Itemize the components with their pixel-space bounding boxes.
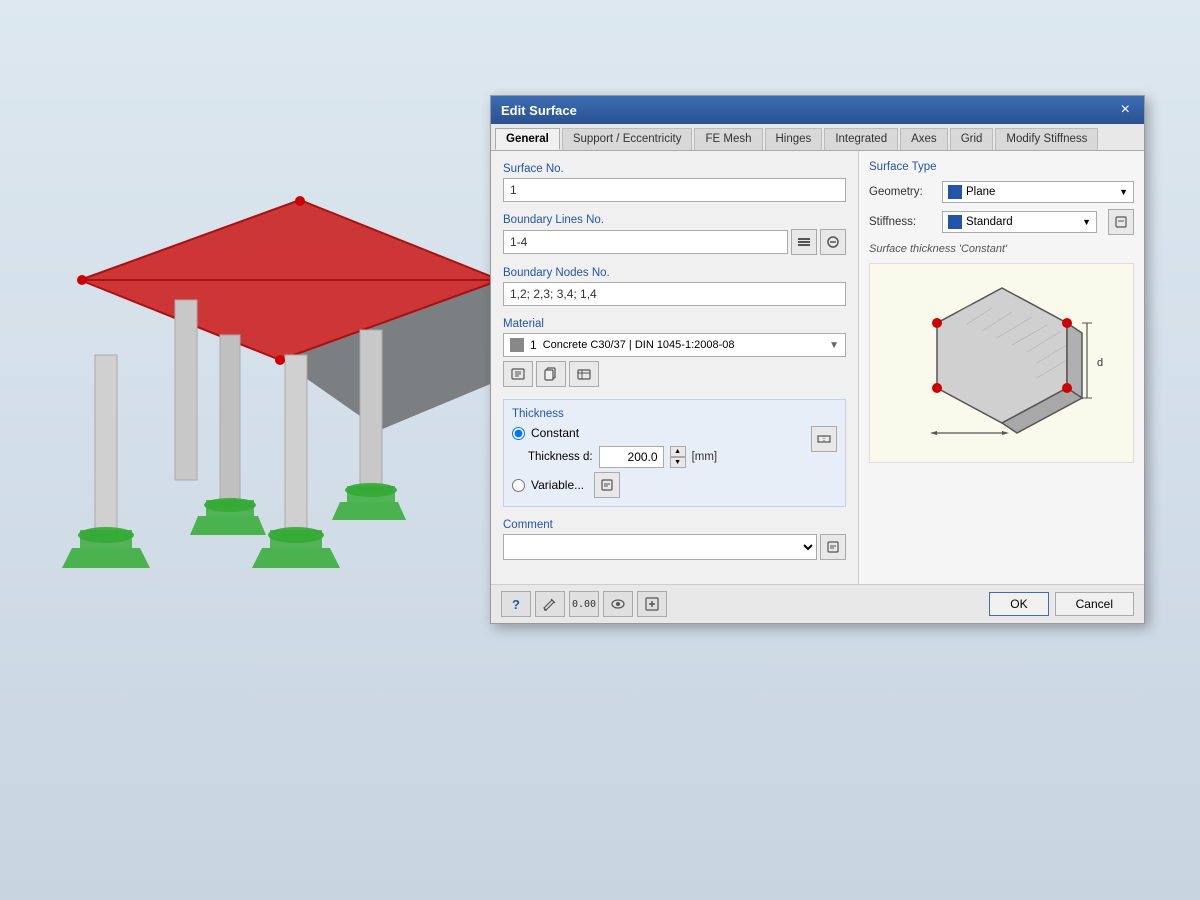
material-buttons	[503, 361, 846, 387]
boundary-lines-group: Boundary Lines No.	[503, 214, 846, 255]
boundary-lines-deselect-btn[interactable]	[820, 229, 846, 255]
surface-no-label: Surface No.	[503, 163, 846, 175]
variable-row: Variable...	[512, 472, 717, 498]
boundary-lines-input[interactable]	[503, 230, 788, 254]
thickness-spinner: ▲ ▼	[670, 446, 686, 468]
insert-icon	[644, 596, 660, 612]
geometry-key: Geometry:	[869, 186, 934, 198]
dialog-title: Edit Surface	[501, 103, 577, 118]
bottom-toolbar: ? 0.00 OK Cancel	[491, 584, 1144, 623]
tab-fe-mesh[interactable]: FE Mesh	[694, 128, 762, 150]
stiffness-edit-btn[interactable]	[1108, 209, 1134, 235]
thickness-increment-btn[interactable]: ▲	[670, 446, 686, 457]
boundary-nodes-label: Boundary Nodes No.	[503, 267, 846, 279]
thickness-d-label: Thickness d:	[528, 451, 593, 463]
tab-axes[interactable]: Axes	[900, 128, 948, 150]
help-icon: ?	[512, 597, 520, 612]
view-btn[interactable]	[603, 591, 633, 617]
stiffness-select[interactable]: Standard ▼	[942, 211, 1097, 233]
geometry-row: Geometry: Plane ▼	[869, 181, 1134, 203]
dialog-buttons: OK Cancel	[989, 592, 1134, 616]
surface-no-group: Surface No.	[503, 163, 846, 202]
constant-radio[interactable]	[512, 427, 525, 440]
thickness-header: Thickness	[512, 408, 837, 420]
material-edit-btn[interactable]	[503, 361, 533, 387]
stiffness-chevron: ▼	[1082, 217, 1091, 227]
dialog-body: Surface No. Boundary Lines No. B	[491, 151, 1144, 584]
close-button[interactable]: ×	[1117, 102, 1134, 118]
comment-select[interactable]	[503, 534, 817, 560]
tab-bar: General Support / Eccentricity FE Mesh H…	[491, 124, 1144, 151]
material-select[interactable]: 1 Concrete C30/37 | DIN 1045-1:2008-08 ▼	[503, 333, 846, 357]
tab-general[interactable]: General	[495, 128, 560, 150]
geometry-chevron: ▼	[1119, 187, 1128, 197]
material-num: 1	[530, 338, 537, 352]
boundary-lines-select-btn[interactable]	[791, 229, 817, 255]
stiffness-key: Stiffness:	[869, 216, 934, 228]
stiffness-icon	[948, 215, 962, 229]
thickness-properties-btn[interactable]	[811, 426, 837, 452]
material-library-btn[interactable]	[569, 361, 599, 387]
thickness-d-row: Thickness d: ▲ ▼ [mm]	[512, 446, 717, 468]
view-icon	[610, 596, 626, 612]
tab-modify-stiffness[interactable]: Modify Stiffness	[995, 128, 1098, 150]
tab-support[interactable]: Support / Eccentricity	[562, 128, 693, 150]
help-btn[interactable]: ?	[501, 591, 531, 617]
surface-type-label: Surface Type	[869, 161, 1134, 173]
boundary-lines-row	[503, 229, 846, 255]
material-row: 1 Concrete C30/37 | DIN 1045-1:2008-08 ▼	[503, 333, 846, 357]
cancel-button[interactable]: Cancel	[1055, 592, 1134, 616]
boundary-nodes-input[interactable]	[503, 282, 846, 306]
surface-no-input[interactable]	[503, 178, 846, 202]
thickness-unit: [mm]	[692, 451, 718, 463]
comment-section: Comment	[503, 519, 846, 560]
tab-hinges[interactable]: Hinges	[765, 128, 823, 150]
preview-area: d	[869, 263, 1134, 463]
boundary-lines-label: Boundary Lines No.	[503, 214, 846, 226]
variable-label: Variable...	[531, 478, 584, 492]
constant-radio-row: Constant	[512, 426, 717, 440]
title-bar: Edit Surface ×	[491, 96, 1144, 124]
variable-edit-btn[interactable]	[594, 472, 620, 498]
edit-icon	[542, 596, 558, 612]
surface-preview-svg: d	[882, 268, 1122, 458]
preview-note: Surface thickness 'Constant'	[869, 243, 1134, 255]
material-group: Material 1 Concrete C30/37 | DIN 1045-1:…	[503, 318, 846, 387]
edit-surface-dialog: Edit Surface × General Support / Eccentr…	[490, 95, 1145, 624]
geometry-value: Plane	[966, 186, 995, 198]
geometry-select[interactable]: Plane ▼	[942, 181, 1134, 203]
right-panel: Surface Type Geometry: Plane ▼ Stiffness…	[859, 151, 1144, 584]
tab-grid[interactable]: Grid	[950, 128, 994, 150]
material-color-icon	[510, 338, 524, 352]
variable-radio[interactable]	[512, 479, 525, 492]
ok-button[interactable]: OK	[989, 592, 1048, 616]
3d-structure	[20, 100, 510, 620]
comment-edit-btn[interactable]	[820, 534, 846, 560]
svg-text:d: d	[1097, 357, 1103, 369]
material-name: Concrete C30/37 | DIN 1045-1:2008-08	[543, 339, 735, 351]
material-copy-btn[interactable]	[536, 361, 566, 387]
thickness-d-input[interactable]	[599, 446, 664, 468]
thickness-decrement-btn[interactable]: ▼	[670, 457, 686, 468]
thickness-section: Thickness Constant Thickness d:	[503, 399, 846, 507]
toolbar-left: ? 0.00	[501, 591, 667, 617]
material-chevron: ▼	[829, 340, 839, 351]
material-label: Material	[503, 318, 846, 330]
stiffness-row: Stiffness: Standard ▼	[869, 209, 1134, 235]
tab-integrated[interactable]: Integrated	[824, 128, 898, 150]
edit-btn[interactable]	[535, 591, 565, 617]
insert-btn[interactable]	[637, 591, 667, 617]
values-icon: 0.00	[572, 599, 596, 610]
geometry-icon	[948, 185, 962, 199]
values-btn[interactable]: 0.00	[569, 591, 599, 617]
constant-label: Constant	[531, 426, 579, 440]
boundary-nodes-group: Boundary Nodes No.	[503, 267, 846, 306]
left-panel: Surface No. Boundary Lines No. B	[491, 151, 859, 584]
comment-row	[503, 534, 846, 560]
stiffness-value: Standard	[966, 216, 1013, 228]
comment-label: Comment	[503, 519, 846, 531]
